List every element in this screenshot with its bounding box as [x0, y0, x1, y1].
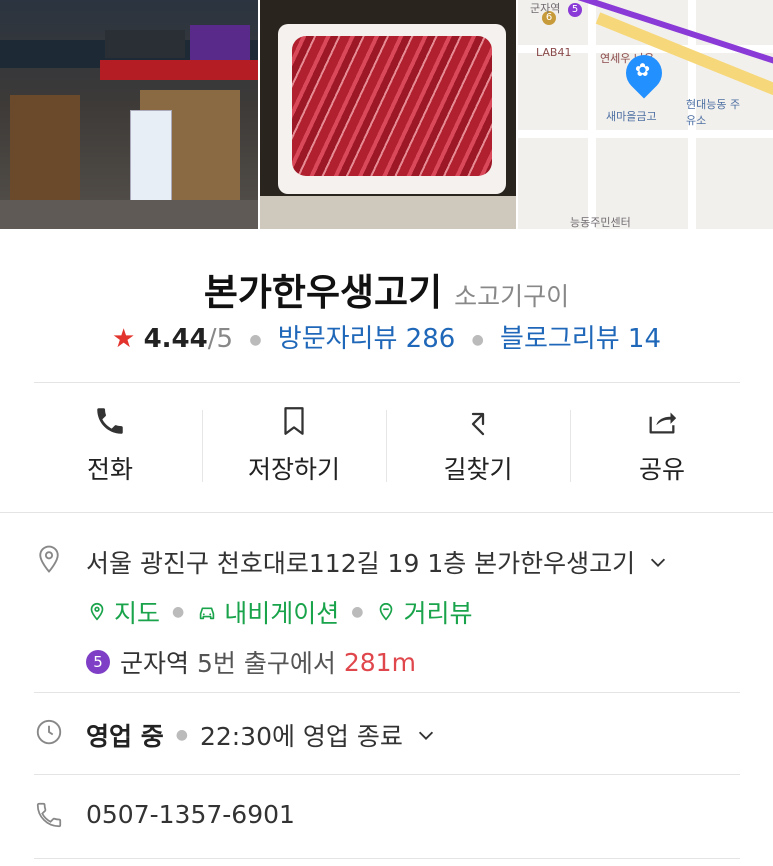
separator-dot: ●: [351, 604, 364, 620]
streetview-link-label: 거리뷰: [403, 599, 473, 628]
divider: [34, 382, 740, 383]
location-pin-icon: [39, 545, 59, 573]
save-label: 저장하기: [247, 455, 340, 484]
clock-icon: [36, 719, 62, 745]
divider: [34, 858, 740, 859]
hours-row[interactable]: 영업 중 ● 22:30에 영업 종료: [34, 717, 739, 753]
action-bar: 전화 저장하기 길찾기 공유: [18, 400, 754, 490]
map-road: [518, 130, 773, 138]
meat-photo[interactable]: [260, 0, 516, 229]
station-info: 5 군자역 5번 출구에서 281m: [86, 644, 669, 680]
streetview-link[interactable]: 거리뷰: [375, 594, 472, 630]
sidewalk: [0, 200, 258, 229]
map-thumbnail[interactable]: 6 5 군자역 LAB41 연세우 나은 ✿ 현대능동 주유소 새마을금고 능동…: [518, 0, 773, 229]
map-link[interactable]: 지도: [86, 594, 160, 630]
phone-row[interactable]: 0507-1357-6901: [34, 800, 739, 830]
station-exit: 5번 출구에서: [197, 649, 336, 678]
streetview-icon: [380, 602, 393, 621]
station-name: 군자역: [120, 649, 190, 678]
directions-label: 길찾기: [443, 455, 513, 484]
section-divider: [0, 512, 773, 513]
station-distance: 281m: [343, 647, 416, 677]
call-button[interactable]: 전화: [18, 400, 202, 490]
directions-button[interactable]: 길찾기: [386, 400, 570, 490]
shop-window: [10, 95, 80, 205]
photo-strip[interactable]: 6 5 군자역 LAB41 연세우 나은 ✿ 현대능동 주유소 새마을금고 능동…: [0, 0, 773, 229]
rating-row: ★ 4.44/5 ● 방문자리뷰 286 ● 블로그리뷰 14: [0, 318, 773, 355]
map-label-hyundai: 현대능동 주유소: [686, 98, 741, 127]
store-sign: [105, 30, 185, 58]
phone-number[interactable]: 0507-1357-6901: [86, 800, 295, 829]
phone-icon: [97, 408, 123, 434]
navigation-link[interactable]: 내비게이션: [196, 594, 339, 630]
line5-badge: 5: [568, 3, 582, 17]
map-label-neungdong: 능동주민센터: [570, 216, 631, 229]
chevron-down-icon[interactable]: [415, 724, 437, 746]
address-text: 서울 광진구 천호대로112길 19 1층 본가한우생고기: [86, 549, 636, 578]
separator-dot: ●: [172, 604, 185, 620]
neon-sign: [190, 25, 250, 60]
fork-knife-icon: ✿: [635, 60, 651, 81]
rating-max: /5: [207, 324, 234, 354]
address-row: 서울 광진구 천호대로112길 19 1층 본가한우생고기 지도 ● 내비게이션…: [34, 544, 739, 680]
hours-detail: 22:30에 영업 종료: [199, 722, 403, 751]
save-button[interactable]: 저장하기: [202, 400, 386, 490]
map-label-lab41: LAB41: [536, 46, 572, 59]
call-label: 전화: [86, 455, 133, 484]
share-icon: [649, 412, 677, 434]
divider: [34, 774, 740, 775]
storefront-photo[interactable]: [0, 0, 258, 229]
rating-score: 4.44: [143, 324, 208, 354]
star-icon: ★: [112, 324, 136, 354]
directions-icon: [471, 412, 485, 436]
visitor-reviews-link[interactable]: 방문자리뷰 286: [278, 324, 456, 354]
map-label-station: 군자역: [530, 2, 561, 15]
place-category: 소고기구이: [454, 282, 570, 311]
bookmark-icon: [284, 407, 304, 435]
address-links: 지도 ● 내비게이션 ● 거리뷰: [86, 594, 669, 630]
table: [260, 196, 516, 229]
hours-status: 영업 중: [86, 722, 164, 751]
map-label-saemaul: 새마을금고: [606, 110, 657, 123]
share-label: 공유: [638, 455, 685, 484]
red-banner: [100, 60, 258, 80]
address-line[interactable]: 서울 광진구 천호대로112길 19 1층 본가한우생고기: [86, 544, 669, 580]
separator-dot: ●: [471, 331, 484, 348]
separator-dot: ●: [175, 727, 188, 743]
map-road: [588, 0, 596, 229]
navigation-link-label: 내비게이션: [224, 599, 340, 628]
divider: [34, 692, 740, 693]
separator-dot: ●: [249, 331, 262, 348]
map-link-label: 지도: [114, 599, 161, 628]
map-pin-icon: [90, 602, 104, 621]
title-row: 본가한우생고기 소고기구이: [0, 262, 773, 316]
chevron-down-icon[interactable]: [647, 551, 669, 573]
line5-badge: 5: [86, 650, 110, 674]
place-name: 본가한우생고기: [203, 271, 443, 314]
car-icon: [199, 607, 215, 620]
blog-reviews-link[interactable]: 블로그리뷰 14: [500, 324, 661, 354]
phone-icon: [36, 802, 62, 828]
raw-beef: [292, 36, 492, 176]
share-button[interactable]: 공유: [570, 400, 754, 490]
